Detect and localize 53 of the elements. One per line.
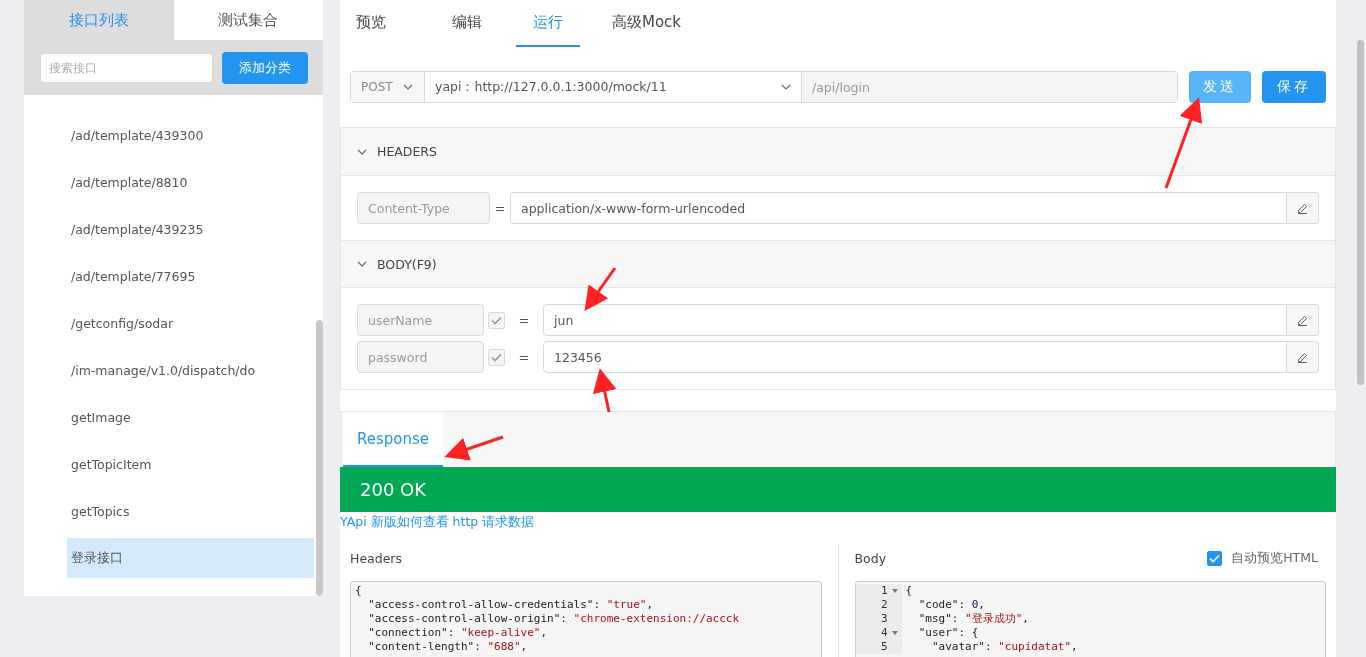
value-field[interactable]: 123456 (543, 341, 1287, 373)
api-list-item[interactable]: /ad/template/439300 (67, 115, 314, 155)
tab[interactable]: 高级Mock (596, 0, 692, 47)
fold-icon[interactable] (891, 631, 898, 635)
line-number: 2 (855, 598, 902, 612)
equals-sign: = (517, 312, 531, 328)
api-list-item[interactable]: getImage (67, 397, 314, 437)
search-field[interactable]: 搜索接口 (40, 52, 213, 83)
chevron-down-icon[interactable] (402, 84, 413, 90)
body-code-view: 1 { 2 "code": 0, 3 "msg": "登录成功", 4 "user": { 5 "avatar": "cupidatat", (854, 581, 1326, 657)
checkmark-icon (491, 352, 502, 362)
headers-label: Headers (350, 550, 403, 566)
checkmark-icon (491, 315, 502, 325)
edit-button[interactable] (1287, 341, 1319, 373)
edit-icon (1297, 314, 1308, 326)
scrollbar-thumb[interactable] (316, 320, 323, 596)
api-list-item[interactable]: getTopics (67, 491, 314, 531)
status-banner: 200 OK (340, 467, 1336, 512)
api-list-item[interactable]: /ad/template/77695 (67, 256, 314, 296)
chevron-down-icon[interactable] (357, 261, 367, 267)
edit-button[interactable] (1287, 304, 1319, 336)
auto-preview-label: 自动预览HTML (1231, 549, 1318, 567)
fold-icon[interactable] (891, 589, 898, 593)
edit-button[interactable] (1287, 192, 1319, 224)
chevron-down-icon[interactable] (357, 148, 367, 155)
api-list-item[interactable]: /ad/template/8810 (67, 162, 314, 202)
api-list-item[interactable]: /ad/template/439235 (67, 209, 314, 249)
equals-sign: = (493, 200, 507, 216)
body-label: Body (854, 550, 887, 566)
api-list-item[interactable]: getTopicItem (67, 444, 314, 484)
annotation-arrow (444, 435, 504, 461)
api-list-item[interactable]: 登录接口 (67, 538, 314, 578)
body-section-header[interactable]: BODY(F9) (341, 240, 1335, 288)
value-field[interactable]: jun (543, 304, 1287, 336)
annotation-arrow (584, 267, 617, 311)
annotation-arrow (592, 368, 617, 413)
checkmark-icon (1209, 553, 1221, 563)
headers-section-header[interactable]: HEADERS (341, 128, 1335, 176)
chevron-down-icon[interactable] (781, 84, 791, 90)
checkbox[interactable] (1207, 550, 1223, 566)
value-field[interactable]: application/x-www-form-urlencoded (510, 192, 1287, 224)
edit-icon (1297, 202, 1308, 214)
api-list-item[interactable]: /getconfig/sodar (67, 303, 314, 343)
api-list-item[interactable]: /im-manage/v1.0/dispatch/do (67, 350, 314, 390)
line-number: 1 (855, 584, 902, 598)
line-number: 5 (855, 640, 902, 654)
headers-code-view: { "access-control-allow-credentials": "true", "access-control-allow-origin": "chrome-extension://accck "connection": "keep-alive", "content-length": "688", (350, 581, 822, 657)
edit-icon (1297, 351, 1308, 363)
line-number: 3 (855, 612, 902, 626)
tab[interactable]: 预览 (340, 0, 436, 47)
scrollbar-thumb[interactable] (1357, 40, 1364, 385)
line-number: 4 (855, 626, 902, 640)
equals-sign: = (517, 349, 531, 365)
